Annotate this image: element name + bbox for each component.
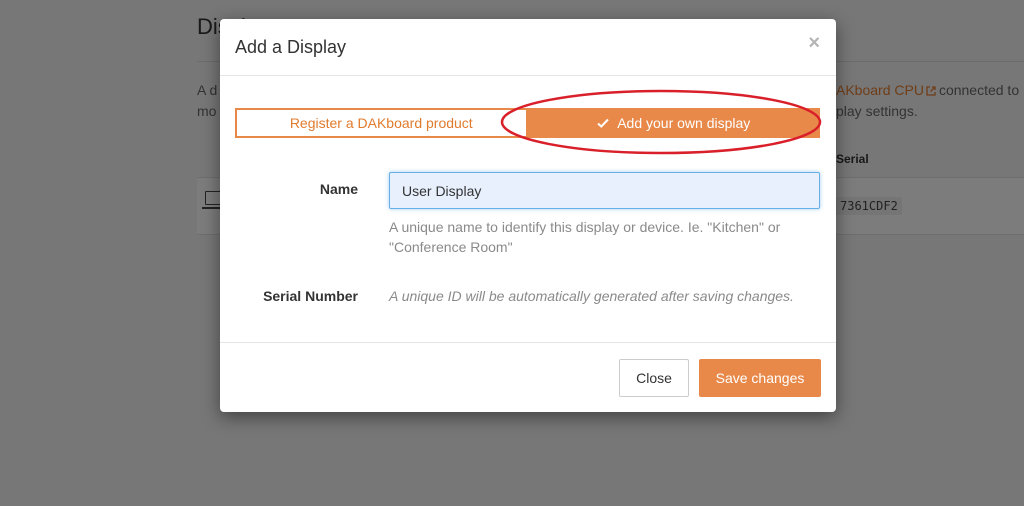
serial-help-text: A unique ID will be automatically genera…	[389, 288, 794, 304]
close-icon[interactable]: ×	[808, 33, 820, 53]
modal-title: Add a Display	[235, 37, 347, 57]
register-product-label: Register a DAKboard product	[289, 115, 473, 131]
add-own-display-label: Add your own display	[617, 115, 751, 131]
close-button-label: Close	[636, 370, 672, 386]
name-label: Name	[319, 181, 358, 197]
serial-number-label: Serial Number	[263, 288, 358, 304]
display-type-toggle: Register a DAKboard product Add your own…	[235, 108, 820, 138]
modal-header: Add a Display ×	[220, 19, 836, 76]
add-own-display-button[interactable]: Add your own display	[527, 108, 820, 138]
check-icon	[597, 118, 609, 128]
register-product-button[interactable]: Register a DAKboard product	[235, 108, 528, 138]
modal-footer: Close Save changes	[220, 342, 836, 413]
close-button[interactable]: Close	[619, 359, 689, 397]
save-changes-label: Save changes	[715, 370, 805, 386]
name-help-text: A unique name to identify this display o…	[389, 219, 781, 255]
add-display-modal: Add a Display × Register a DAKboard prod…	[220, 19, 836, 412]
name-input[interactable]	[389, 172, 820, 209]
save-changes-button[interactable]: Save changes	[699, 359, 821, 397]
